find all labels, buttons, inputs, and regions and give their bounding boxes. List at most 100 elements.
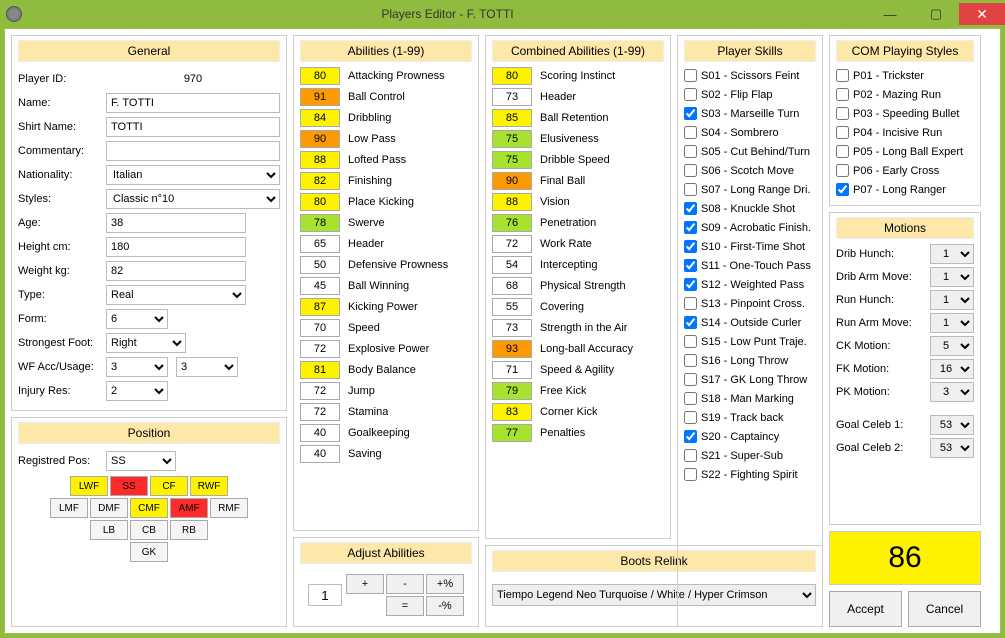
- skill-checkbox[interactable]: [684, 145, 697, 158]
- skill-checkbox[interactable]: [684, 183, 697, 196]
- commentary-input[interactable]: [106, 141, 280, 161]
- adjust-plus-button[interactable]: +: [346, 574, 384, 594]
- com-row[interactable]: P01 - Trickster: [836, 66, 974, 85]
- com-row[interactable]: P05 - Long Ball Expert: [836, 142, 974, 161]
- ability-value-input[interactable]: [300, 403, 340, 421]
- skill-checkbox[interactable]: [684, 107, 697, 120]
- skill-checkbox[interactable]: [684, 449, 697, 462]
- motion-select[interactable]: 3: [930, 382, 974, 402]
- ability-value-input[interactable]: [300, 256, 340, 274]
- ability-value-input[interactable]: [300, 88, 340, 106]
- celeb-select[interactable]: 53: [930, 438, 974, 458]
- skill-row[interactable]: S10 - First-Time Shot: [684, 237, 816, 256]
- com-checkbox[interactable]: [836, 183, 849, 196]
- skill-row[interactable]: S12 - Weighted Pass: [684, 275, 816, 294]
- regpos-select[interactable]: SS: [106, 451, 176, 471]
- position-cf-button[interactable]: CF: [150, 476, 188, 496]
- motion-select[interactable]: 5: [930, 336, 974, 356]
- nationality-select[interactable]: Italian: [106, 165, 280, 185]
- window-close-button[interactable]: ✕: [959, 3, 1005, 25]
- wfacc-select[interactable]: 3: [106, 357, 168, 377]
- skill-row[interactable]: S02 - Flip Flap: [684, 85, 816, 104]
- adjust-eq-button[interactable]: =: [386, 596, 424, 616]
- skill-row[interactable]: S21 - Super-Sub: [684, 446, 816, 465]
- skill-checkbox[interactable]: [684, 335, 697, 348]
- ability-value-input[interactable]: [300, 151, 340, 169]
- ability-value-input[interactable]: [300, 172, 340, 190]
- ability-value-input[interactable]: [300, 361, 340, 379]
- com-checkbox[interactable]: [836, 107, 849, 120]
- skill-checkbox[interactable]: [684, 164, 697, 177]
- shirtname-input[interactable]: [106, 117, 280, 137]
- foot-select[interactable]: Right: [106, 333, 186, 353]
- skill-row[interactable]: S14 - Outside Curler: [684, 313, 816, 332]
- com-checkbox[interactable]: [836, 164, 849, 177]
- celeb-select[interactable]: 53: [930, 415, 974, 435]
- position-cb-button[interactable]: CB: [130, 520, 168, 540]
- skill-row[interactable]: S05 - Cut Behind/Turn: [684, 142, 816, 161]
- adjust-minus-button[interactable]: -: [386, 574, 424, 594]
- position-lmf-button[interactable]: LMF: [50, 498, 88, 518]
- position-dmf-button[interactable]: DMF: [90, 498, 128, 518]
- ability-value-input[interactable]: [300, 445, 340, 463]
- ability-value-input[interactable]: [300, 193, 340, 211]
- com-checkbox[interactable]: [836, 126, 849, 139]
- skill-row[interactable]: S18 - Man Marking: [684, 389, 816, 408]
- skill-row[interactable]: S13 - Pinpoint Cross.: [684, 294, 816, 313]
- styles-select[interactable]: Classic n°10: [106, 189, 280, 209]
- age-input[interactable]: [106, 213, 246, 233]
- ability-value-input[interactable]: [300, 67, 340, 85]
- skill-row[interactable]: S04 - Sombrero: [684, 123, 816, 142]
- cancel-button[interactable]: Cancel: [908, 591, 981, 627]
- skill-checkbox[interactable]: [684, 354, 697, 367]
- ability-value-input[interactable]: [300, 424, 340, 442]
- ability-value-input[interactable]: [300, 382, 340, 400]
- skill-row[interactable]: S20 - Captaincy: [684, 427, 816, 446]
- skill-row[interactable]: S07 - Long Range Dri.: [684, 180, 816, 199]
- motion-select[interactable]: 1: [930, 290, 974, 310]
- ability-value-input[interactable]: [300, 277, 340, 295]
- accept-button[interactable]: Accept: [829, 591, 902, 627]
- skill-checkbox[interactable]: [684, 430, 697, 443]
- skill-row[interactable]: S08 - Knuckle Shot: [684, 199, 816, 218]
- motion-select[interactable]: 1: [930, 244, 974, 264]
- skill-row[interactable]: S06 - Scotch Move: [684, 161, 816, 180]
- skill-checkbox[interactable]: [684, 69, 697, 82]
- adjust-step-input[interactable]: [308, 584, 342, 606]
- skill-row[interactable]: S16 - Long Throw: [684, 351, 816, 370]
- position-cmf-button[interactable]: CMF: [130, 498, 168, 518]
- skill-checkbox[interactable]: [684, 278, 697, 291]
- wfusage-select[interactable]: 3: [176, 357, 238, 377]
- skill-checkbox[interactable]: [684, 411, 697, 424]
- adjust-pluspct-button[interactable]: +%: [426, 574, 464, 594]
- window-minimize-button[interactable]: —: [867, 3, 913, 25]
- skill-row[interactable]: S03 - Marseille Turn: [684, 104, 816, 123]
- skill-checkbox[interactable]: [684, 259, 697, 272]
- name-input[interactable]: [106, 93, 280, 113]
- skill-checkbox[interactable]: [684, 316, 697, 329]
- skill-checkbox[interactable]: [684, 221, 697, 234]
- skill-checkbox[interactable]: [684, 240, 697, 253]
- adjust-minuspct-button[interactable]: -%: [426, 596, 464, 616]
- position-gk-button[interactable]: GK: [130, 542, 168, 562]
- skill-row[interactable]: S15 - Low Punt Traje.: [684, 332, 816, 351]
- ability-value-input[interactable]: [300, 109, 340, 127]
- window-maximize-button[interactable]: ▢: [913, 3, 959, 25]
- com-row[interactable]: P06 - Early Cross: [836, 161, 974, 180]
- motion-select[interactable]: 1: [930, 267, 974, 287]
- position-amf-button[interactable]: AMF: [170, 498, 208, 518]
- ability-value-input[interactable]: [300, 340, 340, 358]
- skill-checkbox[interactable]: [684, 202, 697, 215]
- ability-value-input[interactable]: [300, 130, 340, 148]
- skill-row[interactable]: S11 - One-Touch Pass: [684, 256, 816, 275]
- position-rb-button[interactable]: RB: [170, 520, 208, 540]
- skill-row[interactable]: S01 - Scissors Feint: [684, 66, 816, 85]
- motion-select[interactable]: 16: [930, 359, 974, 379]
- weight-input[interactable]: [106, 261, 246, 281]
- ability-value-input[interactable]: [300, 214, 340, 232]
- skill-checkbox[interactable]: [684, 126, 697, 139]
- position-lwf-button[interactable]: LWF: [70, 476, 108, 496]
- com-row[interactable]: P03 - Speeding Bullet: [836, 104, 974, 123]
- skill-checkbox[interactable]: [684, 373, 697, 386]
- skill-row[interactable]: S19 - Track back: [684, 408, 816, 427]
